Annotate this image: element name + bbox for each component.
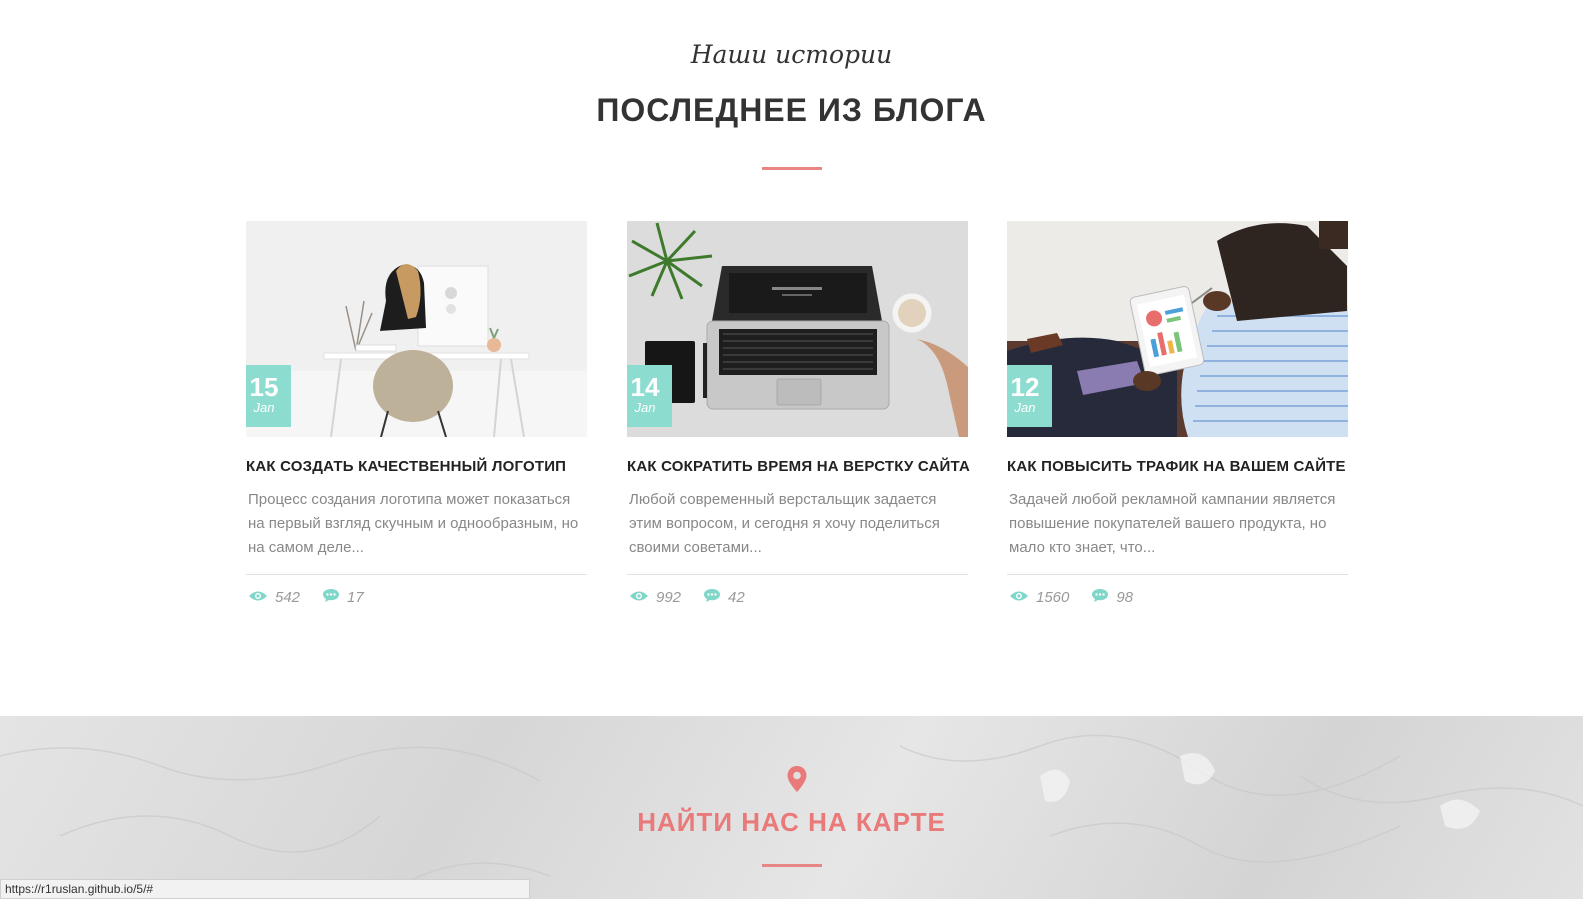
title-divider <box>762 167 822 170</box>
blog-card: 14 Jan КАК СОКРАТИТЬ ВРЕМЯ НА ВЕРСТКУ СА… <box>627 221 970 607</box>
map-title: НАЙТИ НАС НА КАРТЕ <box>637 807 946 837</box>
post-meta: 992 42 <box>627 588 968 607</box>
post-image-tablet[interactable]: 12 Jan <box>1007 221 1348 437</box>
blog-card: 12 Jan КАК ПОВЫСИТЬ ТРАФИК НА ВАШЕМ САЙТ… <box>1007 221 1348 607</box>
section-title: ПОСЛЕДНЕЕ ИЗ БЛОГА <box>596 92 987 128</box>
post-excerpt: Задачей любой рекламной кампании являетс… <box>1009 491 1336 556</box>
card-divider <box>246 574 587 575</box>
date-month: Jan <box>1014 400 1036 415</box>
date-badge: 12 Jan <box>1007 365 1052 427</box>
post-excerpt: Процесс создания логотипа может показать… <box>248 491 579 556</box>
map-pin-icon <box>786 765 808 797</box>
comment-icon <box>1091 588 1109 607</box>
date-day: 12 <box>1010 372 1040 402</box>
views-count: 542 <box>275 589 301 606</box>
date-badge: 14 Jan <box>627 365 672 427</box>
date-day: 14 <box>630 372 660 402</box>
eye-icon <box>629 589 649 606</box>
date-day: 15 <box>249 372 279 402</box>
map-title-divider <box>762 864 822 867</box>
post-title[interactable]: КАК СОКРАТИТЬ ВРЕМЯ НА ВЕРСТКУ САЙТА <box>627 458 970 475</box>
eye-icon <box>248 589 268 606</box>
eye-icon <box>1009 589 1029 606</box>
post-title[interactable]: КАК СОЗДАТЬ КАЧЕСТВЕННЫЙ ЛОГОТИП <box>246 458 587 475</box>
map-section: НАЙТИ НАС НА КАРТЕ <box>0 716 1583 899</box>
browser-status-bar: https://r1ruslan.github.io/5/# <box>0 879 530 899</box>
post-excerpt: Любой современный верстальщик задается э… <box>629 491 940 556</box>
section-subtitle: Наши истории <box>690 40 893 69</box>
post-image-laptop[interactable]: 14 Jan <box>627 221 968 437</box>
comments-count: 98 <box>1116 589 1134 606</box>
date-month: Jan <box>253 400 275 415</box>
comment-icon <box>322 588 340 607</box>
views-count: 992 <box>656 589 682 606</box>
comments-count: 17 <box>347 589 364 606</box>
comment-icon <box>703 588 721 607</box>
date-badge: 15 Jan <box>246 365 291 427</box>
post-meta: 542 17 <box>246 588 587 607</box>
date-month: Jan <box>634 400 656 415</box>
post-meta: 1560 98 <box>1007 588 1348 607</box>
blog-card: 15 Jan КАК СОЗДАТЬ КАЧЕСТВЕННЫЙ ЛОГОТИП … <box>246 221 587 607</box>
comments-count: 42 <box>728 589 745 606</box>
card-divider <box>1007 574 1348 575</box>
post-title[interactable]: КАК ПОВЫСИТЬ ТРАФИК НА ВАШЕМ САЙТЕ <box>1007 458 1348 475</box>
card-divider <box>627 574 968 575</box>
views-count: 1560 <box>1036 589 1070 606</box>
blog-section: Наши истории ПОСЛЕДНЕЕ ИЗ БЛОГА 15 Jan К… <box>0 0 1583 716</box>
post-image-office[interactable]: 15 Jan <box>246 221 587 437</box>
